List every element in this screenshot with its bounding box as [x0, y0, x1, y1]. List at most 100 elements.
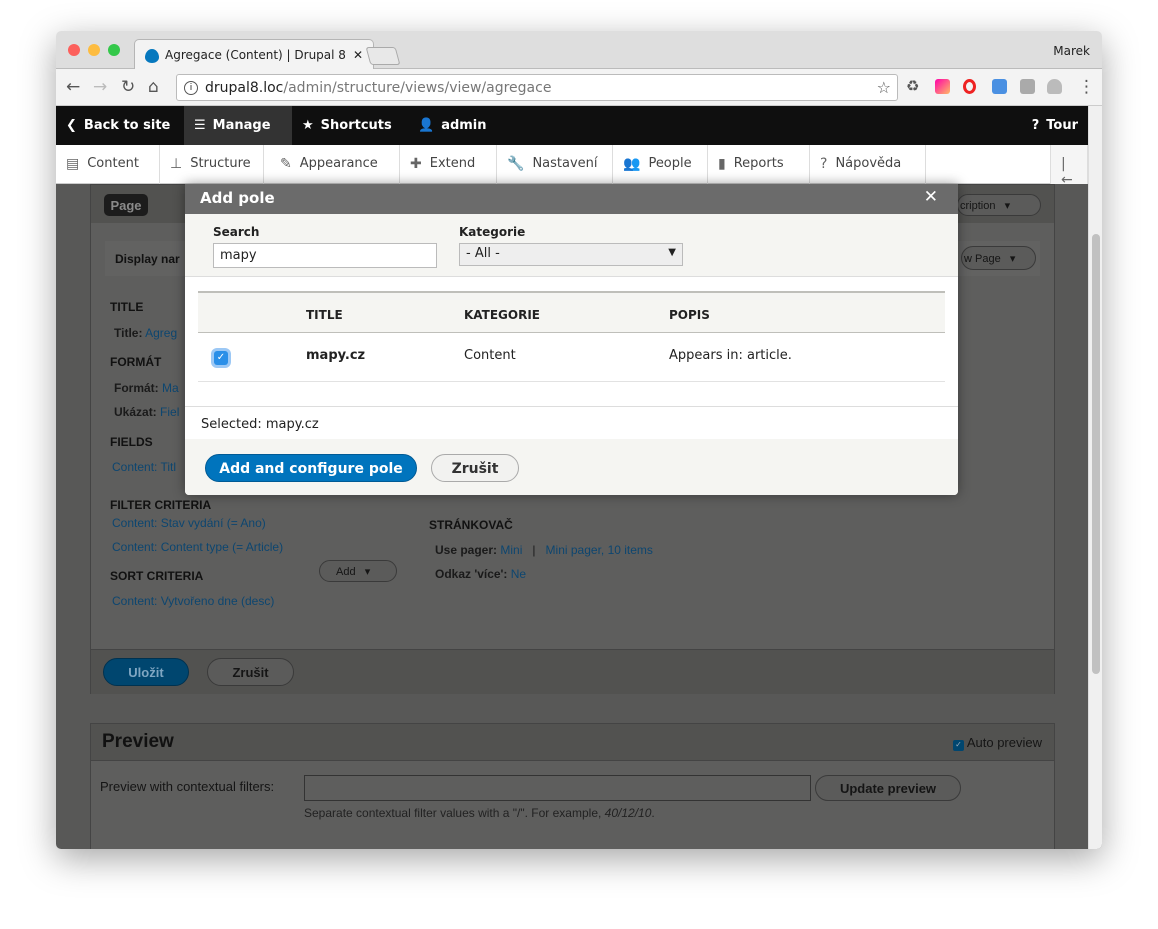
tab-bar: Agregace (Content) | Drupal 8 ✕ Marek — [56, 31, 1102, 70]
collapse-tray-button[interactable]: |← — [1050, 145, 1088, 188]
recycle-extension-icon[interactable]: ♻ — [906, 77, 919, 95]
tray-label: Nápověda — [835, 156, 902, 171]
tour-button[interactable]: ? Tour — [1022, 106, 1088, 145]
add-sort-button[interactable]: Add ▾ — [319, 560, 397, 582]
column-description: POPIS — [669, 308, 710, 322]
star-icon: ★ — [302, 118, 314, 133]
opera-extension-icon[interactable] — [963, 79, 976, 94]
save-button[interactable]: Uložit — [103, 658, 189, 686]
row-category: Content — [464, 348, 516, 363]
tray-item-people[interactable]: 👥 People — [613, 145, 708, 184]
bookmark-star-icon[interactable]: ☆ — [877, 78, 891, 97]
cancel-button[interactable]: Zrušit — [207, 658, 294, 686]
shortcuts-label: Shortcuts — [320, 118, 392, 133]
pager-link[interactable]: Mini — [500, 543, 522, 557]
browser-toolbar: ← → ↻ ⌂ i drupal8.loc/admin/structure/vi… — [56, 69, 1102, 106]
filter-link[interactable]: Content: Stav vydání (= Ano) — [112, 516, 266, 530]
user-tab[interactable]: 👤 admin — [408, 106, 497, 145]
field-link[interactable]: Content: Titl — [112, 460, 176, 474]
title-label: Title: — [114, 326, 143, 340]
dialog-cancel-button[interactable]: Zrušit — [431, 454, 519, 482]
pager-options-link[interactable]: Mini pager, 10 items — [546, 543, 653, 557]
reload-icon[interactable]: ↻ — [121, 77, 135, 97]
cloud-extension-icon[interactable] — [1047, 79, 1062, 94]
close-window-button[interactable] — [68, 44, 80, 56]
category-select[interactable]: - All - ▼ — [459, 243, 683, 266]
collapse-icon: |← — [1061, 156, 1073, 188]
tray-label: Nastavení — [532, 156, 598, 171]
scrollbar[interactable] — [1088, 106, 1102, 849]
dialog-titlebar: Add pole ✕ — [185, 184, 958, 214]
search-label: Search — [213, 225, 260, 239]
category-value: - All - — [466, 246, 500, 261]
search-input[interactable]: mapy — [213, 243, 437, 268]
chevron-down-icon: ▼ — [668, 247, 676, 258]
filter-link[interactable]: Content: Content type (= Article) — [112, 540, 283, 554]
back-to-site-link[interactable]: ❮ Back to site — [56, 106, 180, 145]
forward-icon[interactable]: → — [93, 77, 107, 97]
auto-preview-label: Auto preview — [966, 735, 1042, 750]
tray-item-content[interactable]: ▤ Content — [56, 145, 160, 184]
tab-title: Agregace (Content) | Drupal 8 — [165, 48, 346, 62]
translate-extension-icon[interactable] — [992, 79, 1007, 94]
menu-icon[interactable]: ⋮ — [1078, 77, 1095, 97]
display-tab-page[interactable]: Page — [104, 194, 148, 216]
contextual-filters-input[interactable] — [304, 775, 811, 801]
view-page-button[interactable]: w Page ▾ — [961, 246, 1036, 270]
tray-item-reports[interactable]: ▮ Reports — [708, 145, 810, 184]
tray-item-help[interactable]: ? Nápověda — [810, 145, 926, 184]
puzzle-icon: ✚ — [410, 156, 422, 172]
contextual-filters-label: Preview with contextual filters: — [100, 779, 275, 794]
auto-preview-checkbox[interactable]: ✓ Auto preview — [952, 735, 1042, 751]
pager-label: Use pager: — [435, 543, 498, 557]
scrollbar-thumb[interactable] — [1092, 234, 1100, 674]
show-link[interactable]: Fiel — [160, 405, 179, 419]
show-label: Ukázat: — [114, 405, 157, 419]
more-label: Odkaz 'více': — [435, 567, 508, 581]
document-icon: ▤ — [66, 156, 80, 172]
minimize-window-button[interactable] — [88, 44, 100, 56]
close-tab-icon[interactable]: ✕ — [353, 48, 363, 62]
browser-tab[interactable]: Agregace (Content) | Drupal 8 ✕ — [134, 39, 374, 70]
sort-link[interactable]: Content: Vytvořeno dne (desc) — [112, 594, 274, 608]
tray-item-extend[interactable]: ✚ Extend — [400, 145, 497, 184]
tray-item-configuration[interactable]: 🔧 Nastavení — [497, 145, 613, 184]
new-tab-button[interactable] — [365, 47, 401, 65]
title-link[interactable]: Agreg — [145, 326, 177, 340]
address-bar[interactable]: i drupal8.loc/admin/structure/views/view… — [176, 74, 898, 101]
update-preview-button[interactable]: Update preview — [815, 775, 961, 801]
format-link[interactable]: Ma — [162, 381, 179, 395]
info-icon[interactable]: i — [184, 81, 198, 95]
page: Page cription ▾ Display nar w Page ▾ TIT… — [56, 106, 1102, 849]
profile-name[interactable]: Marek — [1053, 44, 1090, 58]
color-extension-icon[interactable] — [935, 79, 950, 94]
add-field-dialog: Add pole ✕ Search mapy Kategorie - All - ▼… — [185, 184, 958, 495]
table-row[interactable]: ✓ mapy.cz Content Appears in: article. — [198, 333, 945, 382]
maximize-window-button[interactable] — [108, 44, 120, 56]
home-icon[interactable]: ⌂ — [148, 77, 159, 97]
menu-icon: ☰ — [194, 118, 206, 133]
row-title: mapy.cz — [306, 348, 366, 363]
tray-item-appearance[interactable]: ✎ Appearance — [270, 145, 400, 184]
manage-tab[interactable]: ☰ Manage — [184, 106, 292, 145]
sort-section: SORT CRITERIA — [110, 569, 204, 583]
row-checkbox[interactable]: ✓ — [214, 351, 228, 365]
admin-tray: ▤ Content ⊥ Structure ✎ Appearance ✚ Extend … — [56, 145, 1088, 188]
more-link[interactable]: Ne — [511, 567, 526, 581]
edit-description-button[interactable]: cription ▾ — [957, 194, 1041, 216]
dialog-filters: Search mapy Kategorie - All - ▼ — [185, 214, 958, 277]
selected-summary: Selected: mapy.cz — [185, 406, 958, 439]
contextual-filters-help: Separate contextual filter values with a… — [304, 806, 655, 820]
pager-separator: | — [532, 543, 536, 557]
url-path: /admin/structure/views/view/agregace — [283, 80, 552, 96]
back-icon[interactable]: ← — [66, 77, 80, 97]
people-icon: 👥 — [623, 156, 641, 172]
chevron-left-icon: ❮ — [66, 118, 77, 133]
close-icon[interactable]: ✕ — [924, 187, 938, 207]
tray-item-structure[interactable]: ⊥ Structure — [160, 145, 264, 184]
add-and-configure-button[interactable]: Add and configure pole — [205, 454, 417, 482]
shortcuts-tab[interactable]: ★ Shortcuts — [292, 106, 402, 145]
format-section: FORMÁT — [110, 355, 162, 369]
bar-chart-icon: ▮ — [718, 156, 726, 172]
camera-extension-icon[interactable] — [1020, 79, 1035, 94]
